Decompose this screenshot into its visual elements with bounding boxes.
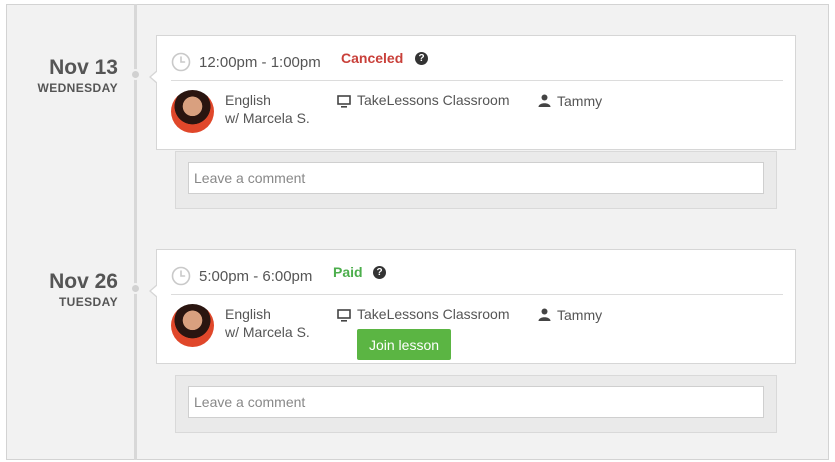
lesson-status: Canceled [341, 50, 404, 66]
comment-input[interactable] [188, 386, 764, 418]
user-icon [538, 308, 551, 321]
lesson-student: Tammy [557, 307, 603, 323]
lesson-date-day: Nov 13 [49, 56, 118, 79]
comment-section [175, 151, 777, 209]
lesson-card-header: 12:00pm - 1:00pm Canceled ? [171, 48, 783, 81]
monitor-icon [337, 95, 351, 108]
lesson-subject: English w/ Marcela S. [225, 91, 310, 127]
lesson-teacher-name[interactable]: w/ Marcela S. [225, 323, 310, 341]
lesson-teacher-name[interactable]: w/ Marcela S. [225, 109, 310, 127]
lesson-status: Paid [333, 264, 363, 280]
comment-section [175, 375, 777, 433]
teacher-avatar[interactable] [171, 304, 214, 347]
lesson-date: Nov 13 WEDNESDAY [8, 56, 118, 96]
timeline-dot [130, 283, 141, 294]
lesson-card: 12:00pm - 1:00pm Canceled ? English w/ M… [149, 35, 796, 150]
question-circle-icon[interactable]: ? [415, 52, 428, 65]
clock-icon [171, 266, 191, 286]
lesson-time: 5:00pm - 6:00pm [199, 268, 313, 285]
teacher-avatar[interactable] [171, 90, 214, 133]
lesson-time: 12:00pm - 1:00pm [199, 54, 321, 71]
lesson-date-weekday: TUESDAY [58, 295, 118, 309]
comment-input[interactable] [188, 162, 764, 194]
lesson-date-day: Nov 26 [49, 270, 118, 293]
lesson-subject-name: English [225, 92, 271, 108]
lesson-location: TakeLessons Classroom [357, 92, 510, 108]
monitor-icon [337, 309, 351, 322]
lesson-location: TakeLessons Classroom [357, 306, 510, 322]
clock-icon [171, 52, 191, 72]
lesson-subject: English w/ Marcela S. [225, 305, 310, 341]
question-circle-icon[interactable]: ? [373, 266, 386, 279]
lesson-date-weekday: WEDNESDAY [37, 81, 118, 95]
lesson-subject-name: English [225, 306, 271, 322]
join-lesson-button[interactable]: Join lesson [357, 329, 451, 360]
lesson-date: Nov 26 TUESDAY [8, 270, 118, 310]
timeline-dot [130, 69, 141, 80]
lesson-card: 5:00pm - 6:00pm Paid ? English w/ Marcel… [149, 249, 796, 364]
lesson-student: Tammy [557, 93, 603, 109]
user-icon [538, 94, 551, 107]
lesson-card-header: 5:00pm - 6:00pm Paid ? [171, 262, 783, 295]
